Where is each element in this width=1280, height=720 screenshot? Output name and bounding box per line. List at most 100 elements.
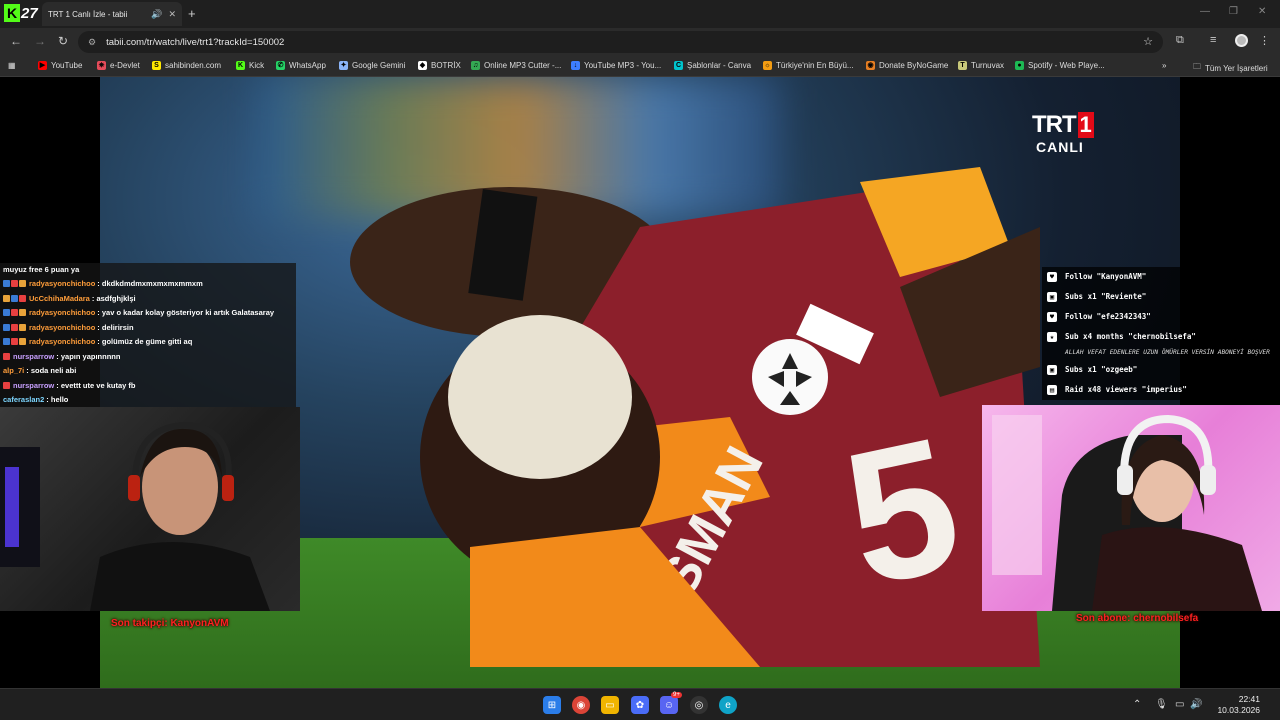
streamer-figure-right	[992, 414, 1262, 611]
minimize-icon[interactable]: —	[1200, 6, 1210, 17]
bookmark-item[interactable]: ♫ Online MP3 Cutter -...	[471, 61, 561, 70]
close-window-icon[interactable]: ✕	[1258, 6, 1266, 17]
new-tab-button[interactable]: +	[188, 6, 196, 21]
bookmark-item[interactable]: ☼ Türkiye'nin En Büyü...	[763, 61, 854, 70]
event-message: ALLAH VEFAT EDENLERE UZUN ÖMÜRLER VERSİN…	[1042, 347, 1280, 360]
bookmark-favicon-icon: ●	[1015, 61, 1024, 70]
chat-badge-icon	[3, 309, 10, 316]
chat-text: : dkdkdmdmxmxmxmxmmxm	[97, 279, 203, 288]
bookmark-label: Spotify - Web Playe...	[1028, 61, 1105, 70]
stream-event-row: ▤ Raid x48 viewers "imperius"	[1042, 380, 1280, 400]
bookmark-favicon-icon: ◉	[866, 61, 875, 70]
bookmark-label: Türkiye'nin En Büyü...	[776, 61, 854, 70]
stream-events-overlay: ♥ Follow "KanyonAVM" ▣ Subs x1 "Reviente" ♥ F…	[1042, 267, 1280, 400]
bookmark-item[interactable]: ▶ YouTube	[38, 61, 82, 70]
bookmark-item[interactable]: ◉ Donate ByNoGame	[866, 61, 948, 70]
apps-grid-icon[interactable]: ▦	[8, 61, 16, 70]
file-explorer-icon[interactable]: ▭	[601, 696, 619, 714]
bookmark-label: Kick	[249, 61, 265, 70]
active-tab[interactable]: TRT 1 Canlı İzle - tabii 🔊 ✕	[42, 2, 182, 26]
chat-message: radyasyonchichoo: dkdkdmdmxmxmxmxmmxm	[0, 277, 296, 292]
system-clock[interactable]: 22:41 10.03.2026	[1206, 694, 1260, 716]
edge-icon[interactable]: e	[719, 696, 737, 714]
kick-extension-badge[interactable]: K 27	[4, 3, 44, 23]
chrome-taskbar-icon[interactable]: ◉	[572, 696, 590, 714]
profile-avatar[interactable]	[1235, 34, 1248, 47]
bookmark-label: Google Gemini	[352, 61, 406, 70]
start-button-icon[interactable]: ⊞	[543, 696, 561, 714]
app-taskbar-icon[interactable]: ✿	[631, 696, 649, 714]
bookmark-label: YouTube MP3 - You...	[584, 61, 662, 70]
back-icon[interactable]: ←	[10, 34, 22, 48]
browser-tab-strip: K 27 TRT 1 Canlı İzle - tabii 🔊 ✕ + — ❐ …	[0, 0, 1280, 28]
event-text: Raid x48 viewers "imperius"	[1065, 385, 1187, 394]
bookmark-item[interactable]: Ssahibinden.com	[152, 61, 221, 70]
bookmark-item[interactable]: C Şablonlar - Canva	[674, 61, 751, 70]
live-label: CANLI	[1036, 139, 1084, 155]
event-text: Follow "efe2342343"	[1065, 312, 1151, 321]
menu-icon[interactable]: ⋮	[1259, 34, 1270, 47]
site-info-icon[interactable]: ⚙	[88, 37, 96, 48]
kick-logo-letter: K	[4, 4, 20, 22]
chat-text: : asdfghjklşi	[91, 293, 136, 303]
browser-toolbar: ← → ↻ ⚙ tabii.com/tr/watch/live/trt1?tra…	[0, 28, 1280, 56]
maximize-icon[interactable]: ❐	[1229, 6, 1238, 17]
event-type-icon: ♥	[1047, 272, 1057, 282]
media-controls-icon[interactable]: ≡	[1210, 34, 1216, 46]
stream-page: 5 OSMAN TRT 1 CANLI muyuz free 6 puan ya …	[0, 77, 1280, 688]
chat-badge-icon	[11, 309, 18, 316]
url-text: tabii.com/tr/watch/live/trt1?trackId=150…	[106, 36, 285, 48]
bookmark-item[interactable]: K Kick	[236, 61, 264, 70]
close-tab-icon[interactable]: ✕	[168, 9, 176, 20]
chat-username: radyasyonchichoo	[29, 308, 96, 317]
bookmark-label: YouTube	[51, 61, 83, 70]
obs-icon[interactable]: ◎	[690, 696, 708, 714]
bookmark-item[interactable]: ● Spotify - Web Playe...	[1015, 61, 1105, 70]
bookmark-item[interactable]: ↓ YouTube MP3 - You...	[571, 61, 661, 70]
bookmarks-overflow-icon[interactable]: »	[1162, 61, 1166, 70]
microphone-icon[interactable]: 🎙	[1155, 699, 1168, 710]
network-icon[interactable]: ▭	[1175, 699, 1184, 710]
windows-taskbar: ⊞ ◉ ▭ ✿ ☺ 9+ ◎ e ⌃ 🎙 ▭ 🔊 22:41 10.03.202…	[0, 688, 1280, 720]
speaker-icon[interactable]: 🔊	[151, 9, 162, 20]
bookmark-star-icon[interactable]: ☆	[1143, 35, 1153, 48]
bookmark-item[interactable]: ✆ WhatsApp	[276, 61, 326, 70]
event-text: Sub x4 months "chernobilsefa"	[1065, 332, 1196, 341]
event-type-icon: ♥	[1047, 312, 1057, 322]
volume-icon[interactable]: 🔊	[1190, 699, 1202, 710]
forward-icon[interactable]: →	[34, 34, 46, 48]
chat-text: : evettt ute ve kutay fb	[56, 380, 136, 390]
bookmark-label: Online MP3 Cutter -...	[484, 61, 562, 70]
discord-icon[interactable]: ☺	[660, 696, 678, 714]
all-bookmarks-folder[interactable]: 🗀 Tüm Yer İşaretleri	[1193, 61, 1268, 75]
event-type-icon: ▤	[1047, 385, 1057, 395]
reload-icon[interactable]: ↻	[58, 34, 68, 48]
bookmarks-bar: ▦ ▶ YouTube ⎈ e-Devlet Ssahibinden.com K Kick ✆…	[0, 56, 1280, 77]
bookmark-favicon-icon: C	[674, 61, 683, 70]
tray-overflow-icon[interactable]: ⌃	[1133, 699, 1141, 710]
bookmark-item[interactable]: ⎈ e-Devlet	[97, 61, 140, 70]
bookmark-label: e-Devlet	[110, 61, 140, 70]
chat-overlay: muyuz free 6 puan ya radyasyonchichoo: d…	[0, 263, 296, 408]
chat-badge-icon	[11, 338, 18, 345]
bookmark-favicon-icon: ✦	[339, 61, 348, 70]
bookmark-item[interactable]: ✦ Google Gemini	[339, 61, 405, 70]
chat-message: alp_7i: soda neli abi	[0, 364, 296, 379]
chat-username: radyasyonchichoo	[29, 337, 96, 346]
bookmark-item[interactable]: ◆ BOTRİX	[418, 61, 461, 70]
address-bar[interactable]: ⚙ tabii.com/tr/watch/live/trt1?trackId=1…	[78, 31, 1163, 53]
stream-event-row: ▣ Subs x1 "Reviente"	[1042, 287, 1280, 307]
bookmark-label: sahibinden.com	[165, 61, 222, 70]
chat-badge-icon	[3, 280, 10, 287]
chat-username: nursparrow	[13, 351, 55, 361]
bookmark-favicon-icon: ⎈	[97, 61, 106, 70]
clock-date: 10.03.2026	[1217, 705, 1260, 715]
bookmark-item[interactable]: T Turnuvax	[958, 61, 1004, 70]
extensions-icon[interactable]: ⧉	[1176, 34, 1184, 47]
trt1-channel-logo: TRT 1 CANLI	[1032, 111, 1094, 157]
bookmark-favicon-icon: K	[236, 61, 245, 70]
bookmark-label: Şablonlar - Canva	[687, 61, 752, 70]
trt-logo-text: TRT	[1032, 111, 1077, 138]
event-type-icon: ★	[1047, 332, 1057, 342]
event-text: Follow "KanyonAVM"	[1065, 272, 1147, 281]
